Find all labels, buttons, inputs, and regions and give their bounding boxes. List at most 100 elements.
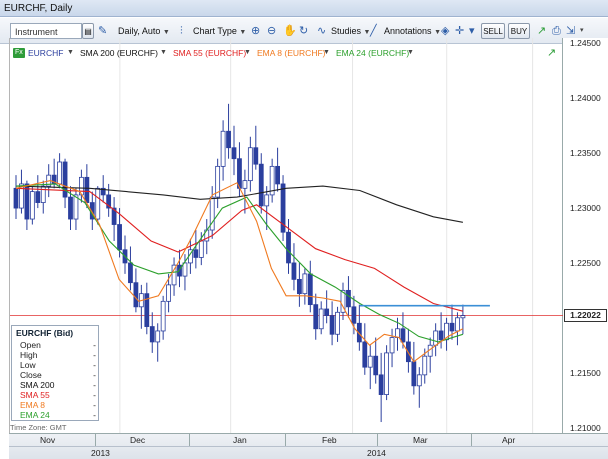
instrument-lookup-icon[interactable]: ▤ [82, 23, 94, 39]
eraser-icon[interactable]: ◈ [441, 23, 449, 39]
candle-body [422, 355, 428, 376]
year-tick-label: 2013 [91, 448, 110, 458]
price-tick-label: 1.22500 [570, 257, 601, 268]
data-window: EURCHF (Bid) Open - High - Low - Close - SMA 200… [11, 325, 99, 421]
price-tick-label: 1.24000 [570, 93, 601, 104]
time-axis-years: 2013 2014 [9, 446, 608, 459]
candle-body [400, 328, 406, 343]
chevron-down-icon[interactable]: ▼ [407, 46, 414, 60]
legend-sma200[interactable]: SMA 200 (EURCHF) [80, 46, 158, 60]
annotations-dropdown[interactable]: Annotations ▼ [384, 23, 441, 39]
sma55-line [15, 187, 464, 312]
trend-up-icon[interactable]: ↗ [537, 23, 546, 39]
data-window-label: SMA 200 [20, 380, 55, 390]
candle-body [367, 355, 373, 368]
candle-body [117, 224, 122, 251]
instrument-placeholder: Instrument [15, 27, 58, 37]
print-icon[interactable]: ⎙ [552, 23, 561, 39]
candle-body [307, 273, 313, 306]
candle-body [149, 326, 155, 343]
data-window-value: - [93, 390, 96, 400]
data-window-value: - [93, 400, 96, 410]
data-window-row: Open - [20, 340, 96, 350]
candle-body [329, 315, 335, 335]
candle-body [253, 147, 259, 165]
time-axis-months: Nov Dec Jan Feb Mar Apr [9, 434, 608, 446]
candlestick-icon[interactable]: ⫶ [180, 23, 183, 39]
candle-body [411, 361, 417, 387]
month-tick-label: Apr [502, 435, 516, 445]
period-dropdown[interactable]: Daily, Auto ▼ [118, 23, 170, 39]
candle-body [373, 355, 379, 376]
year-tick-label: 2014 [367, 448, 386, 458]
candle-body [313, 304, 319, 330]
month-tick-label: Jan [233, 435, 247, 445]
window-titlebar: EURCHF, Daily [0, 0, 608, 17]
chevron-down-icon[interactable]: ▼ [160, 46, 167, 60]
candle-body [242, 180, 248, 189]
line-tool-icon[interactable]: ╱ [370, 23, 377, 39]
settings-icon[interactable]: ▾ [469, 23, 475, 39]
crosshair-icon[interactable]: ✛ [455, 23, 464, 39]
zoom-in-icon[interactable]: ⊕ [251, 23, 260, 39]
chevron-down-icon[interactable]: ▼ [244, 46, 251, 60]
candle-body [389, 337, 395, 354]
month-tick-label: Mar [413, 435, 428, 445]
chevron-down-icon[interactable]: ▼ [67, 46, 74, 60]
legend-ema8[interactable]: EMA 8 (EURCHF) [257, 46, 325, 60]
zoom-out-icon[interactable]: ⊖ [267, 23, 276, 39]
chart-type-dropdown[interactable]: Chart Type ▼ [193, 23, 246, 39]
price-tick-label: 1.23000 [570, 203, 601, 214]
candle-body [335, 311, 340, 335]
legend-symbol[interactable]: EURCHF [28, 46, 63, 60]
candle-body [155, 330, 161, 343]
candle-body [198, 240, 204, 258]
time-zone-label: Time Zone: GMT [10, 423, 67, 432]
candle-body [57, 161, 62, 185]
hand-tool-icon[interactable]: ✋ [283, 23, 297, 39]
data-window-value: - [93, 350, 96, 360]
candle-body [351, 306, 357, 324]
month-separator [471, 434, 472, 446]
price-axis[interactable]: 1.24500 1.24000 1.23500 1.23000 1.22500 1.215… [563, 38, 608, 433]
candle-body [302, 273, 308, 295]
candle-body [455, 317, 460, 332]
candle-body [133, 282, 139, 308]
annotations-label: Annotations [384, 26, 432, 36]
buy-button[interactable]: BUY [508, 23, 530, 39]
candle-body [346, 289, 351, 308]
data-window-row: SMA 200 - [20, 380, 96, 390]
sell-button[interactable]: SELL [481, 23, 505, 39]
candle-body [291, 262, 297, 280]
more-options-icon[interactable]: ▾ [580, 23, 584, 39]
instrument-input[interactable]: Instrument [10, 23, 82, 39]
data-window-value: - [93, 360, 96, 370]
candle-body [460, 315, 466, 319]
indicator-wizard-icon[interactable]: ✎ [98, 23, 107, 39]
candle-body [433, 330, 439, 346]
data-window-row: Low - [20, 360, 96, 370]
chevron-down-icon: ▼ [239, 29, 247, 36]
window-title: EURCHF, Daily [4, 3, 73, 14]
candle-body [84, 176, 90, 203]
data-window-label: Close [20, 370, 42, 380]
data-window-value: - [93, 410, 96, 420]
export-icon[interactable]: ⇲ [566, 23, 575, 39]
candle-body [318, 308, 324, 330]
legend-ema24[interactable]: EMA 24 (EURCHF) [336, 46, 409, 60]
studies-dropdown[interactable]: Studies ▼ [331, 23, 370, 39]
ema24-line [15, 183, 464, 343]
month-separator [95, 434, 96, 446]
trend-arrow-icon: ↗ [547, 47, 557, 59]
chevron-down-icon[interactable]: ▼ [323, 46, 330, 60]
refresh-icon[interactable]: ↻ [299, 23, 308, 39]
studies-icon[interactable]: ∿ [317, 23, 326, 39]
price-tick-label: 1.21000 [570, 422, 601, 433]
candle-body [384, 352, 390, 395]
candle-body [128, 262, 133, 284]
data-window-label: High [20, 350, 38, 360]
time-axis[interactable]: Nov Dec Jan Feb Mar Apr 2013 2014 [9, 433, 608, 459]
candle-body [40, 185, 46, 203]
candle-body [416, 374, 422, 387]
legend-sma55[interactable]: SMA 55 (EURCHF) [173, 46, 246, 60]
